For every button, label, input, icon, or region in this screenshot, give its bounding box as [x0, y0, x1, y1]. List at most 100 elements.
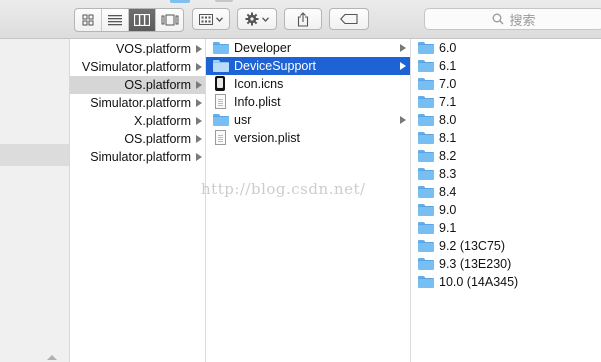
item-label: 7.1 — [439, 95, 457, 109]
item-label: VSimulator.platform — [81, 60, 191, 74]
folder-icon — [418, 276, 434, 288]
folder-icon — [418, 240, 434, 252]
chevron-down-icon — [216, 16, 223, 22]
folder-icon — [418, 258, 434, 270]
list-item[interactable]: 8.2 — [411, 147, 601, 165]
item-label: version.plist — [234, 131, 300, 145]
action-gear-button[interactable] — [237, 8, 277, 30]
edit-tags-button[interactable] — [329, 8, 369, 30]
share-icon — [297, 11, 309, 27]
window-title-icon — [170, 0, 190, 3]
item-label: 9.3 (13E230) — [439, 257, 512, 271]
list-item[interactable]: 8.0 — [411, 111, 601, 129]
list-item[interactable]: 9.2 (13C75) — [411, 237, 601, 255]
window-title-fragment — [215, 0, 233, 2]
item-label: 8.1 — [439, 131, 457, 145]
item-label: Simulator.platform — [90, 150, 191, 164]
list-item[interactable]: X.platform — [70, 112, 205, 130]
folder-icon — [418, 204, 434, 216]
search-placeholder: 搜索 — [509, 13, 536, 29]
browser-column-platforms: VOS.platform VSimulator.platform OS.plat… — [70, 39, 206, 362]
item-label: DeviceSupport — [234, 59, 316, 73]
item-label: OS.platform — [124, 78, 191, 92]
item-label: 10.0 (14A345) — [439, 275, 519, 289]
list-item[interactable]: 7.1 — [411, 93, 601, 111]
list-item[interactable]: OS.platform — [70, 130, 205, 148]
list-item[interactable]: Icon.icns — [206, 75, 410, 93]
magnifier-icon — [493, 13, 504, 25]
list-item[interactable]: Simulator.platform — [70, 94, 205, 112]
folder-icon — [418, 78, 434, 90]
disclosure-arrow-icon — [196, 135, 202, 143]
folder-icon — [418, 96, 434, 108]
item-label: X.platform — [134, 114, 191, 128]
item-label: Developer — [234, 41, 291, 55]
folder-icon — [418, 60, 434, 72]
view-mode-segmented-control — [74, 8, 184, 32]
folder-icon — [418, 222, 434, 234]
search-field[interactable]: 搜索 — [424, 8, 601, 30]
list-item[interactable]: 6.0 — [411, 39, 601, 57]
list-item[interactable]: 10.0 (14A345) — [411, 273, 601, 291]
item-label: Icon.icns — [234, 77, 284, 91]
item-label: 6.1 — [439, 59, 457, 73]
icon-view-button[interactable] — [75, 9, 102, 31]
item-label: 9.0 — [439, 203, 457, 217]
sidebar-selected-item[interactable] — [0, 144, 69, 166]
item-label: 6.0 — [439, 41, 457, 55]
plist-file-icon — [215, 94, 226, 109]
disclosure-arrow-icon — [196, 153, 202, 161]
plist-file-icon — [215, 130, 226, 145]
list-item-selected[interactable]: DeviceSupport — [206, 57, 410, 75]
list-item[interactable]: Simulator.platform — [70, 148, 205, 166]
list-item[interactable]: Developer — [206, 39, 410, 57]
sidebar-resize-handle[interactable] — [47, 355, 57, 360]
folder-icon — [418, 42, 434, 54]
list-item[interactable]: 8.4 — [411, 183, 601, 201]
folder-icon — [418, 168, 434, 180]
column-view-button[interactable] — [129, 9, 156, 31]
chevron-down-icon — [262, 16, 269, 22]
list-item[interactable]: 8.3 — [411, 165, 601, 183]
item-label: OS.platform — [124, 132, 191, 146]
list-item[interactable]: 9.0 — [411, 201, 601, 219]
item-label: usr — [234, 113, 252, 127]
list-item[interactable]: Info.plist — [206, 93, 410, 111]
item-label: 7.0 — [439, 77, 457, 91]
folder-icon — [213, 114, 229, 126]
item-label: 8.4 — [439, 185, 457, 199]
item-label: Simulator.platform — [90, 96, 191, 110]
disclosure-arrow-icon — [400, 116, 406, 124]
arrange-button[interactable] — [192, 8, 230, 30]
list-item[interactable]: 7.0 — [411, 75, 601, 93]
column-view-icon — [134, 14, 150, 26]
item-label: 9.2 (13C75) — [439, 239, 506, 253]
list-item[interactable]: VSimulator.platform — [70, 58, 205, 76]
share-button[interactable] — [284, 8, 322, 30]
disclosure-arrow-icon — [196, 99, 202, 107]
icns-file-icon — [215, 76, 225, 91]
gear-icon — [245, 12, 259, 26]
item-label: VOS.platform — [115, 42, 191, 56]
list-view-button[interactable] — [102, 9, 129, 31]
item-label: 8.3 — [439, 167, 457, 181]
list-item[interactable]: VOS.platform — [70, 40, 205, 58]
item-label: 9.1 — [439, 221, 457, 235]
disclosure-arrow-icon — [196, 81, 202, 89]
folder-icon — [418, 114, 434, 126]
folder-icon — [418, 186, 434, 198]
list-view-icon — [108, 15, 122, 26]
list-item[interactable]: 9.3 (13E230) — [411, 255, 601, 273]
list-item[interactable]: version.plist — [206, 129, 410, 147]
cover-flow-view-button[interactable] — [156, 9, 183, 31]
arrange-grid-icon — [199, 13, 213, 25]
list-item[interactable]: usr — [206, 111, 410, 129]
cover-flow-icon — [161, 14, 178, 26]
disclosure-arrow-icon — [196, 45, 202, 53]
folder-icon — [418, 132, 434, 144]
list-item[interactable]: 9.1 — [411, 219, 601, 237]
list-item[interactable]: 8.1 — [411, 129, 601, 147]
folder-icon — [213, 60, 229, 72]
list-item[interactable]: 6.1 — [411, 57, 601, 75]
list-item-selected[interactable]: OS.platform — [70, 76, 205, 94]
